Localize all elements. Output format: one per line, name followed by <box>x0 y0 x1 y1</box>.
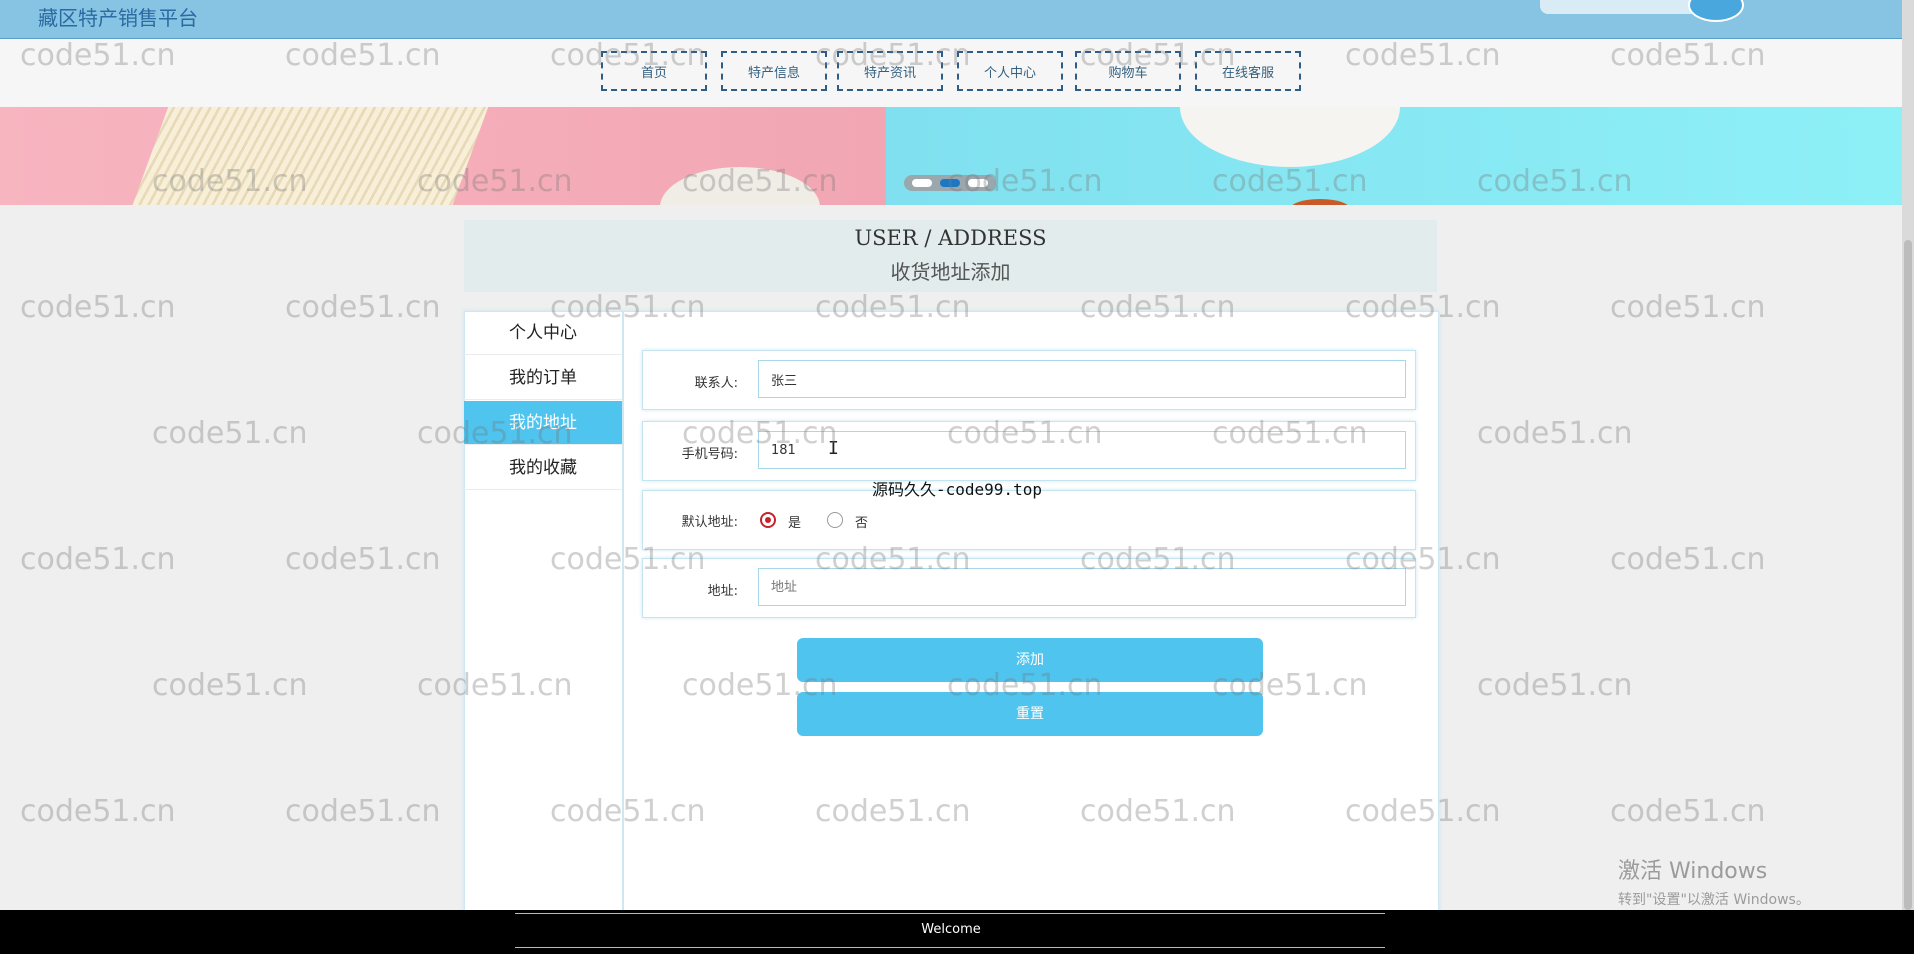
contact-label: 联系人: <box>694 376 738 391</box>
source-overlay-text: 源码久久-code99.top <box>872 480 1042 499</box>
watermark: code51.cn <box>1477 668 1633 703</box>
watermark: code51.cn <box>1610 794 1766 829</box>
windows-activation-notice: 激活 Windows 转到"设置"以激活 Windows。 <box>1618 853 1810 909</box>
page-title: 收货地址添加 <box>890 260 1011 284</box>
watermark: code51.cn <box>1477 416 1633 451</box>
sidebar-item-favorites[interactable]: 我的收藏 <box>464 446 622 490</box>
address-label: 地址: <box>707 584 738 599</box>
watermark: code51.cn <box>285 794 441 829</box>
footer: Welcome <box>0 910 1914 954</box>
default-address-label: 默认地址: <box>681 515 738 530</box>
watermark: code51.cn <box>152 668 308 703</box>
watermark: code51.cn <box>20 290 176 325</box>
footer-divider <box>515 913 1385 914</box>
radio-default-yes-label: 是 <box>788 516 802 531</box>
add-button[interactable]: 添加 <box>797 638 1263 682</box>
nav-item-online-service[interactable]: 在线客服 <box>1195 51 1301 91</box>
site-title: 藏区特产销售平台 <box>38 6 198 30</box>
radio-default-yes[interactable] <box>760 512 776 528</box>
watermark: code51.cn <box>152 416 308 451</box>
text-cursor-icon: I <box>828 438 839 459</box>
phone-input[interactable] <box>758 431 1406 469</box>
page-title-en: USER / ADDRESS <box>854 226 1047 250</box>
top-bar: 藏区特产销售平台 <box>0 0 1914 39</box>
page-heading: USER / ADDRESS 收货地址添加 <box>464 220 1437 292</box>
carousel-dot[interactable] <box>912 179 932 187</box>
nav-bar <box>0 39 1902 107</box>
radio-default-no[interactable] <box>827 512 843 528</box>
nav-item-specialty-info[interactable]: 特产信息 <box>721 51 827 91</box>
radio-default-no-label: 否 <box>855 516 869 531</box>
nav-item-specialty-news[interactable]: 特产资讯 <box>837 51 943 91</box>
watermark: code51.cn <box>1610 290 1766 325</box>
carousel-dot[interactable] <box>968 179 988 187</box>
watermark: code51.cn <box>285 290 441 325</box>
scrollbar-thumb[interactable] <box>1904 240 1912 910</box>
watermark: code51.cn <box>20 542 176 577</box>
address-input[interactable] <box>758 568 1406 606</box>
sidebar: 个人中心 我的订单 我的地址 我的收藏 <box>464 311 624 911</box>
phone-label: 手机号码: <box>681 447 738 462</box>
watermark: code51.cn <box>285 542 441 577</box>
footer-divider <box>515 947 1385 948</box>
watermark: code51.cn <box>1610 542 1766 577</box>
reset-button[interactable]: 重置 <box>797 692 1263 736</box>
watermark: code51.cn <box>20 794 176 829</box>
sidebar-item-address[interactable]: 我的地址 <box>464 401 622 445</box>
sidebar-item-personal-center[interactable]: 个人中心 <box>464 311 622 355</box>
footer-welcome-text: Welcome <box>921 922 981 937</box>
sidebar-item-orders[interactable]: 我的订单 <box>464 356 622 400</box>
nav-item-personal-center[interactable]: 个人中心 <box>957 51 1063 91</box>
nav-item-home[interactable]: 首页 <box>601 51 707 91</box>
nav-item-cart[interactable]: 购物车 <box>1075 51 1181 91</box>
banner-image-noodles <box>128 107 492 205</box>
carousel-dot-active[interactable] <box>940 179 960 187</box>
search-icon[interactable] <box>1688 0 1744 22</box>
contact-input[interactable] <box>758 360 1406 398</box>
activation-subtitle: 转到"设置"以激活 Windows。 <box>1618 892 1810 908</box>
activation-title: 激活 Windows <box>1618 859 1768 884</box>
